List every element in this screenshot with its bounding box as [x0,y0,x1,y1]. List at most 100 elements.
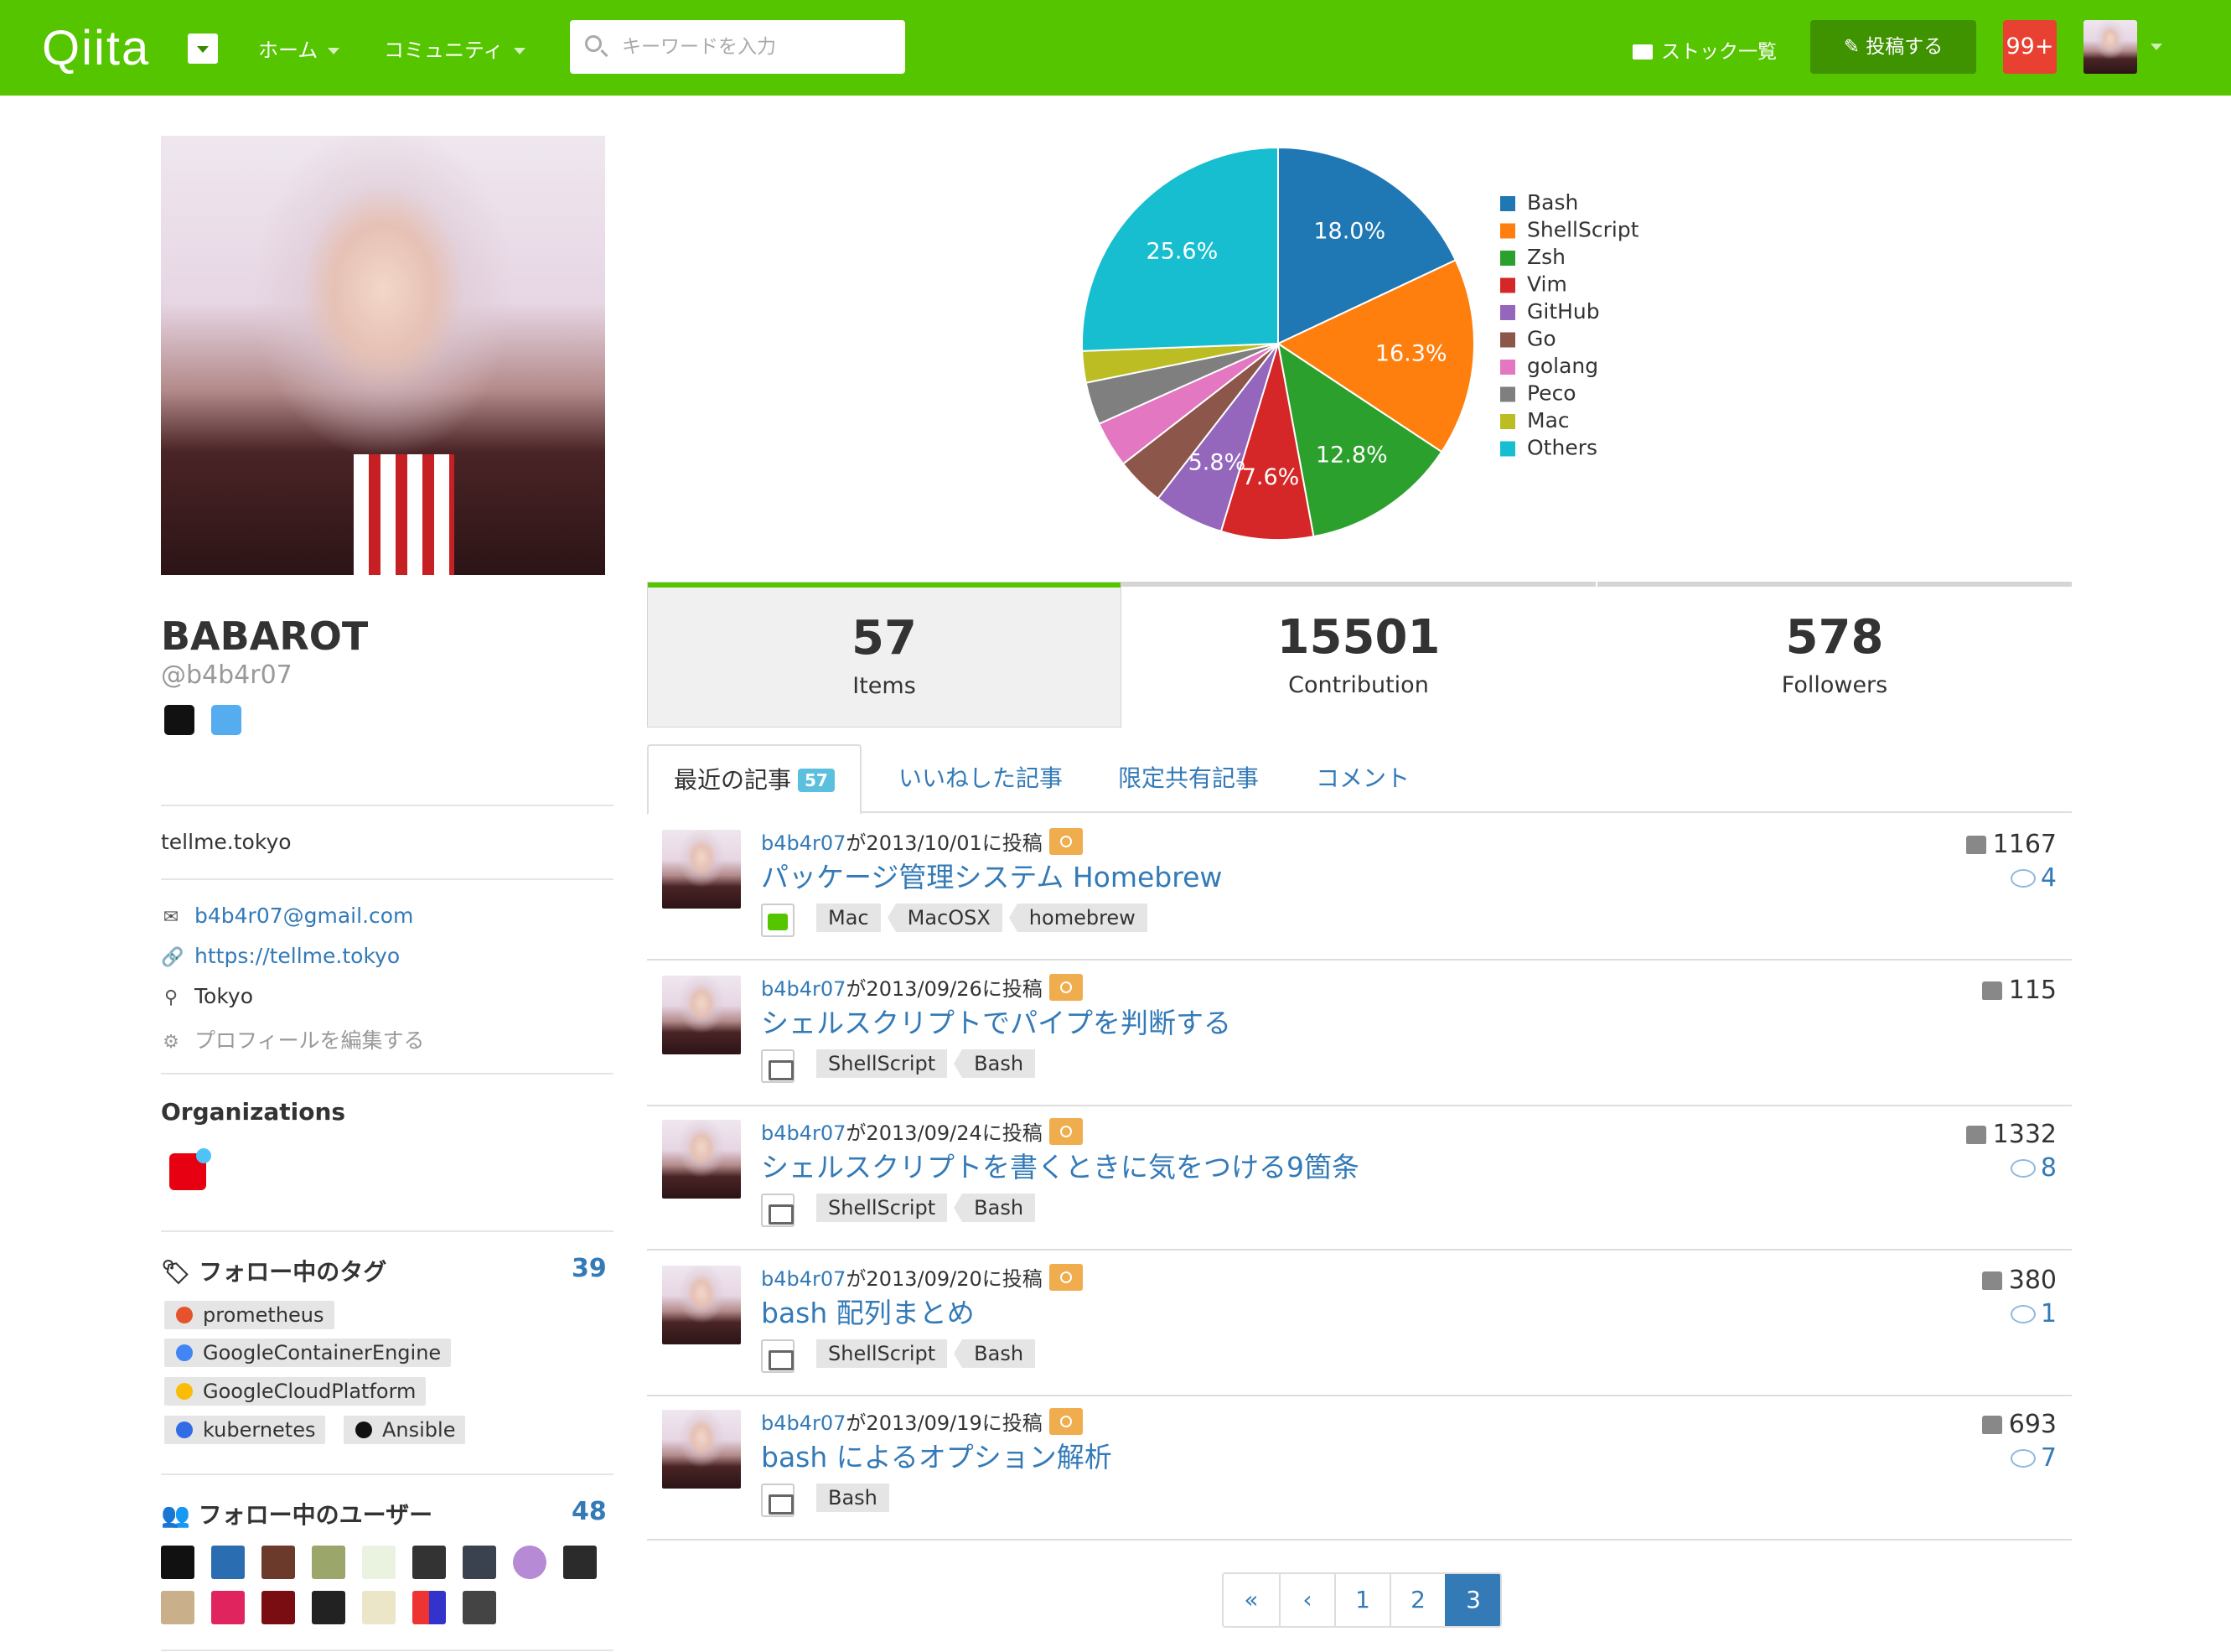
article-author-avatar[interactable] [662,1266,741,1344]
article-tag[interactable]: Bash [954,1049,1036,1078]
article-tag[interactable]: ShellScript [816,1194,948,1222]
stat-followers-label: Followers [1781,672,1888,698]
article-tag[interactable]: Mac [816,904,881,932]
article-title-link[interactable]: bash 配列まとめ [761,1291,975,1331]
following-users-count[interactable]: 48 [572,1497,607,1526]
twitter-icon[interactable] [211,705,241,735]
article-tag[interactable]: MacOSX [887,904,1002,932]
folder-icon[interactable] [761,1484,795,1517]
nav-community[interactable]: コミュニティ [384,34,525,63]
following-user-avatar[interactable] [312,1546,345,1579]
following-user-avatar[interactable] [161,1591,194,1624]
article-title-link[interactable]: bash によるオプション解析 [761,1435,1112,1475]
pie-slice-label: 12.8% [1316,443,1388,469]
search-input[interactable] [622,28,890,65]
stat-contribution[interactable]: 15501 Contribution [1121,582,1596,728]
legend-swatch [1500,196,1515,211]
following-tag[interactable]: GoogleCloudPlatform [164,1377,427,1406]
tab-recent-articles[interactable]: 最近の記事 57 [647,744,862,815]
post-button[interactable]: ✎ 投稿する [1810,20,1976,74]
pie-slice-label: 25.6% [1146,239,1218,265]
article-author-avatar[interactable] [662,976,741,1054]
legend-swatch [1500,386,1515,402]
profile-photo [161,136,605,575]
following-user-avatar[interactable] [463,1546,496,1579]
following-user-avatar[interactable] [211,1591,245,1624]
following-user-avatar[interactable] [412,1546,446,1579]
divider [161,805,613,806]
stat-items[interactable]: 57 Items [647,582,1121,728]
folder-icon[interactable] [761,1049,795,1083]
following-user-avatar[interactable] [211,1546,245,1579]
logo-dropdown-button[interactable] [188,34,218,64]
article-comments[interactable]: 8 [2010,1153,2057,1183]
pagination-prev[interactable]: ‹ [1279,1574,1334,1626]
following-user-avatar[interactable] [463,1591,496,1624]
article-comments[interactable]: 1 [2010,1299,2057,1328]
pagination-page[interactable]: 1 [1334,1574,1390,1626]
article-author-link[interactable]: b4b4r07 [761,977,846,1001]
following-user-avatar[interactable] [412,1591,446,1624]
article-author-avatar[interactable] [662,1120,741,1199]
email-link[interactable]: b4b4r07@gmail.com [194,904,413,928]
qiita-logo[interactable]: Qiita [42,20,150,76]
pagination-first[interactable]: « [1224,1574,1279,1626]
following-user-avatar[interactable] [161,1546,194,1579]
article-title-link[interactable]: シェルスクリプトでパイプを判断する [761,1001,1231,1041]
following-user-avatar[interactable] [513,1546,546,1579]
article-author-link[interactable]: b4b4r07 [761,1411,846,1435]
article-like-count: 115 [2008,976,2057,1005]
tab-comments[interactable]: コメント [1291,744,1435,813]
tab-liked-articles[interactable]: いいねした記事 [873,744,1088,813]
following-tag[interactable]: prometheus [164,1301,334,1329]
article-comments[interactable]: 4 [2010,863,2057,893]
article-tag[interactable]: ShellScript [816,1339,948,1368]
article-item: b4b4r07が2013/09/26に投稿 シェルスクリプトでパイプを判断する … [647,961,2072,1106]
check-icon[interactable] [761,904,795,937]
avatar-dropdown-caret-icon[interactable] [2151,44,2162,50]
edit-profile-link[interactable]: ⚙ プロフィールを編集する [161,1024,424,1054]
organization-logo[interactable] [169,1148,211,1190]
tab-limited-articles[interactable]: 限定共有記事 [1093,744,1284,813]
article-author-avatar[interactable] [662,830,741,909]
article-tag[interactable]: homebrew [1008,904,1147,932]
following-tags-count[interactable]: 39 [572,1254,607,1283]
header-avatar[interactable] [2083,20,2137,74]
stat-followers[interactable]: 578 Followers [1597,582,2072,728]
following-tag[interactable]: kubernetes [164,1416,326,1444]
article-author-link[interactable]: b4b4r07 [761,1267,846,1291]
article-title-link[interactable]: パッケージ管理システム Homebrew [761,855,1222,895]
following-user-avatar[interactable] [261,1591,295,1624]
following-user-avatar[interactable] [261,1546,295,1579]
article-comments[interactable]: 7 [2010,1443,2057,1473]
following-user-avatar[interactable] [563,1546,597,1579]
article-author-avatar[interactable] [662,1410,741,1489]
article-tag[interactable]: ShellScript [816,1049,948,1078]
article-author-link[interactable]: b4b4r07 [761,1121,846,1145]
notification-badge[interactable]: 99+ [2003,20,2057,74]
legend-swatch [1500,360,1515,375]
comment-icon [2010,1449,2036,1468]
stat-items-label: Items [852,673,916,699]
following-user-avatar[interactable] [362,1591,396,1624]
article-tag[interactable]: Bash [816,1484,889,1512]
nav-home[interactable]: ホーム [258,34,340,63]
limited-share-icon [1048,1408,1083,1435]
pagination-page[interactable]: 2 [1390,1574,1445,1626]
article-tag[interactable]: Bash [954,1339,1036,1368]
folder-icon[interactable] [761,1339,795,1373]
article-author-link[interactable]: b4b4r07 [761,831,846,855]
pagination: «‹ 1 2 3 [1222,1572,1502,1628]
article-title-link[interactable]: シェルスクリプトを書くときに気をつける9箇条 [761,1145,1359,1185]
following-user-avatar[interactable] [362,1546,396,1579]
following-user-avatar[interactable] [312,1591,345,1624]
article-tag[interactable]: Bash [954,1194,1036,1222]
pagination-page[interactable]: 3 [1445,1574,1500,1626]
following-tag[interactable]: Ansible [344,1416,466,1444]
thumbs-up-icon [1981,981,2002,1000]
following-tag[interactable]: GoogleContainerEngine [164,1339,452,1367]
stock-list-link[interactable]: ストック一覧 [1633,35,1777,64]
website-link[interactable]: https://tellme.tokyo [194,944,400,968]
github-icon[interactable] [164,705,194,735]
folder-icon[interactable] [761,1194,795,1227]
